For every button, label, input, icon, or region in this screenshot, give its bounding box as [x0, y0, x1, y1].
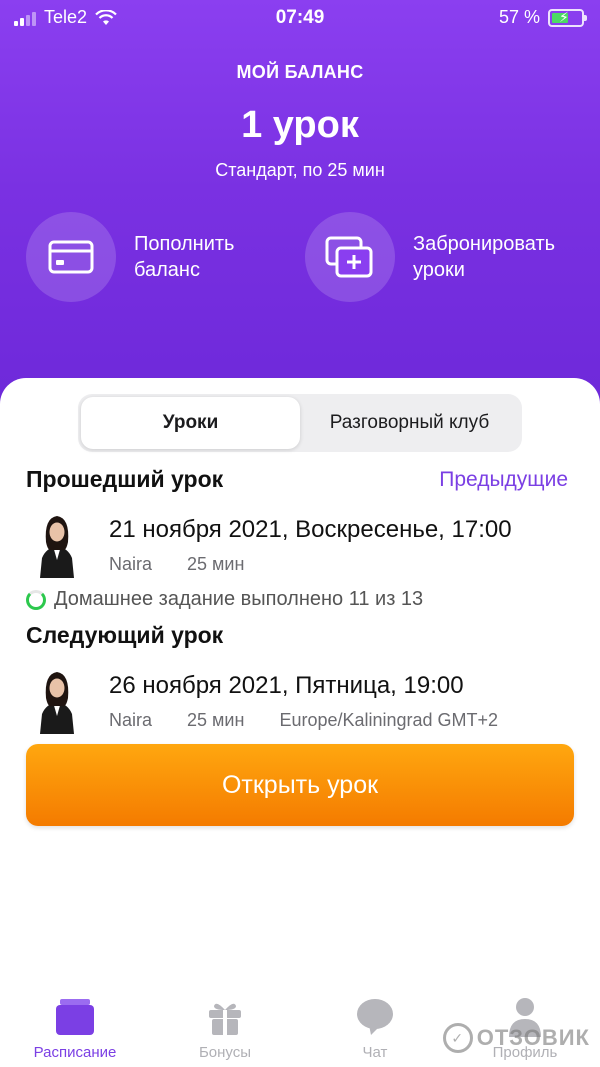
teacher-avatar [40, 516, 74, 578]
past-lesson-title: Прошедший урок [26, 466, 224, 492]
lesson-duration: 25 мин [187, 554, 245, 574]
watermark: ✓ ОТЗОВИК [442, 1023, 590, 1053]
teacher-avatar [40, 672, 74, 734]
book-lessons-button[interactable]: Забронировать уроки [305, 212, 583, 302]
balance-title: МОЙ БАЛАНС [236, 62, 364, 82]
gift-icon [206, 996, 244, 1038]
progress-ring-icon [26, 589, 46, 610]
status-bar: Tele2 07:49 57 % ⚡ [0, 0, 600, 34]
tab-bonuses[interactable]: Бонусы [150, 996, 300, 1067]
homework-text: Домашнее задание выполнено 11 из 13 [54, 588, 424, 610]
top-up-balance-button[interactable]: Пополнить баланс [26, 212, 304, 302]
segmented-control: Уроки Разговорный клуб [78, 394, 522, 452]
tab-chat-label: Чат [362, 1044, 388, 1061]
open-lesson-button[interactable]: Открыть урок [26, 744, 574, 826]
calendar-icon [54, 996, 96, 1038]
next-lesson-date: 26 ноября 2021, Пятница, 19:00 [109, 672, 464, 699]
add-lessons-icon [305, 212, 395, 302]
schedule-sheet: Уроки Разговорный клуб Прошедший урок Пр… [0, 378, 600, 1067]
battery-icon: ⚡ [548, 8, 587, 27]
watermark-logo-icon: ✓ [442, 1023, 473, 1053]
book-lessons-label: Забронировать уроки [413, 233, 556, 281]
next-lesson-title: Следующий урок [26, 622, 224, 648]
past-lesson-card[interactable]: 21 ноября 2021, Воскресенье, 17:00 Naira… [26, 512, 586, 582]
lesson-duration: 25 мин [187, 710, 245, 730]
balance-header: Tele2 07:49 57 % ⚡ МОЙ БАЛАНС 1 урок Ста… [0, 0, 600, 420]
teacher-name: Naira [109, 710, 153, 730]
teacher-name: Naira [109, 554, 153, 574]
top-up-label: Пополнить баланс [134, 233, 235, 281]
next-lesson-card[interactable]: 26 ноября 2021, Пятница, 19:00 Naira 25 … [26, 668, 586, 738]
battery-percent: 57 % [498, 7, 540, 27]
watermark-text: ОТЗОВИК [476, 1025, 590, 1050]
tab-schedule[interactable]: Расписание [0, 996, 150, 1067]
tab-schedule-label: Расписание [33, 1044, 117, 1061]
balance-value: 1 урок [241, 104, 359, 146]
lesson-timezone: Europe/Kaliningrad GMT+2 [279, 710, 499, 730]
tab-speaking-club[interactable]: Разговорный клуб [300, 397, 519, 449]
tab-bonuses-label: Бонусы [198, 1044, 252, 1061]
past-lesson-date: 21 ноября 2021, Воскресенье, 17:00 [109, 516, 512, 543]
chat-icon [355, 996, 395, 1038]
homework-status: Домашнее задание выполнено 11 из 13 [26, 588, 423, 611]
tab-lessons[interactable]: Уроки [81, 397, 300, 449]
card-icon [26, 212, 116, 302]
previous-lessons-link[interactable]: Предыдущие [439, 468, 568, 492]
tab-chat[interactable]: Чат [300, 996, 450, 1067]
balance-plan: Стандарт, по 25 мин [215, 160, 385, 180]
